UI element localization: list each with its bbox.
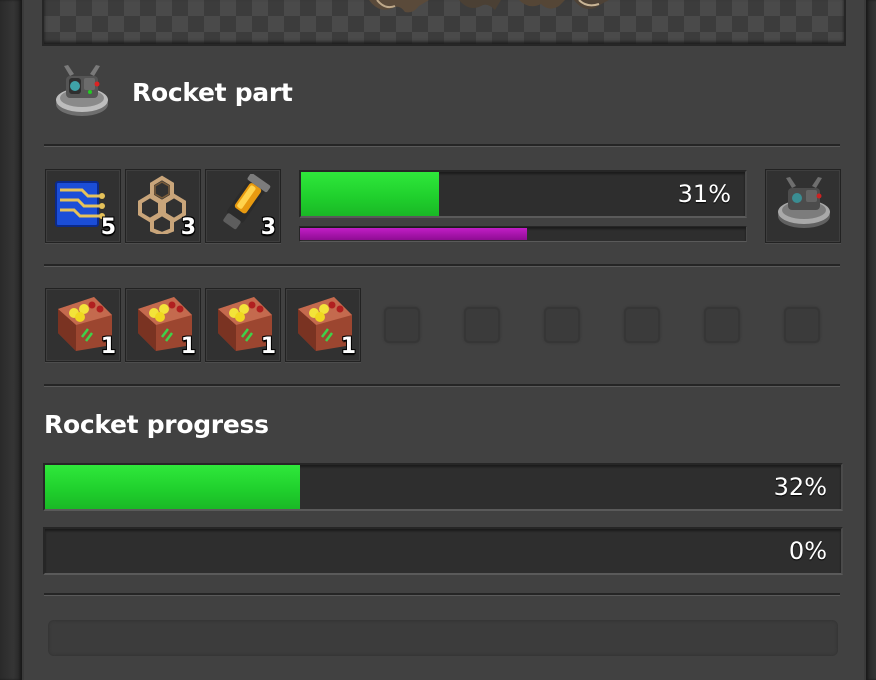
rocket-part-icon <box>56 65 108 116</box>
module-slot[interactable]: 1 <box>125 288 201 362</box>
recipe-title: Rocket part <box>132 78 293 107</box>
output-slot-rocket-part[interactable] <box>765 169 841 243</box>
entity-preview <box>42 0 846 46</box>
rocket-secondary-progress-label: 0% <box>788 537 827 565</box>
item-count: 1 <box>260 334 276 359</box>
rocket-progress-label: 32% <box>773 473 827 501</box>
ingredient-slot-rocket-fuel[interactable]: 3 <box>205 169 281 243</box>
crafting-progress-label: 31% <box>677 180 731 208</box>
window-left-border <box>0 0 22 680</box>
module-slot[interactable]: 1 <box>285 288 361 362</box>
window-frame: Rocket part 5 3 3 31% 1 1 1 1 Rocket pro… <box>0 0 876 680</box>
separator <box>44 144 840 147</box>
rocket-progress-bar: 32% <box>43 463 843 511</box>
productivity-bonus-bar <box>299 226 747 242</box>
rocket-part-icon <box>778 177 830 228</box>
item-count: 1 <box>340 334 356 359</box>
module-slot[interactable]: 1 <box>45 288 121 362</box>
module-slot[interactable]: 1 <box>205 288 281 362</box>
rocket-secondary-progress-bar: 0% <box>43 527 843 575</box>
productivity-bonus-fill <box>300 228 528 240</box>
rocket-progress-fill <box>45 465 300 509</box>
item-count: 3 <box>180 215 196 240</box>
item-count: 5 <box>100 215 116 240</box>
separator <box>44 593 840 596</box>
ingredient-slot-low-density-structure[interactable]: 3 <box>125 169 201 243</box>
item-count: 1 <box>180 334 196 359</box>
window-right-border <box>866 0 876 680</box>
empty-module-slot[interactable] <box>624 307 660 343</box>
separator <box>44 264 840 267</box>
ingredient-slot-processing-unit[interactable]: 5 <box>45 169 121 243</box>
rocket-silo-preview-art <box>369 0 609 13</box>
empty-module-slot[interactable] <box>384 307 420 343</box>
launch-options-area <box>48 620 838 656</box>
separator <box>44 384 840 387</box>
empty-module-slot[interactable] <box>464 307 500 343</box>
item-count: 3 <box>260 215 276 240</box>
crafting-progress-fill <box>301 172 439 216</box>
item-count: 1 <box>100 334 116 359</box>
rocket-progress-title: Rocket progress <box>44 410 269 439</box>
empty-module-slot[interactable] <box>544 307 580 343</box>
empty-module-slot[interactable] <box>784 307 820 343</box>
crafting-progress-bar: 31% <box>299 170 747 218</box>
empty-module-slot[interactable] <box>704 307 740 343</box>
